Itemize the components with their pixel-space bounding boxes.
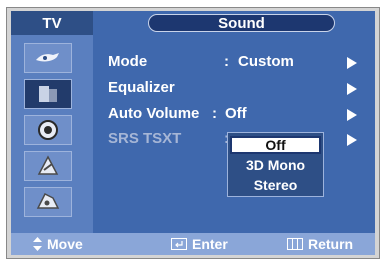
chevron-right-icon (347, 57, 357, 69)
up-down-arrow-icon (33, 237, 42, 251)
channel-icon (38, 120, 58, 140)
tv-tab[interactable]: TV (11, 11, 93, 35)
chevron-right-icon (347, 83, 357, 95)
menu-item-colon: : (224, 53, 229, 70)
dropdown-option-off[interactable]: Off (230, 136, 321, 154)
picture-icon (36, 53, 59, 62)
menu-item-label: Mode (108, 53, 148, 70)
sidebar-item-setup[interactable] (24, 151, 72, 181)
chevron-right-icon (347, 109, 357, 121)
sound-icon (39, 86, 57, 102)
footer-move: Move (33, 233, 83, 255)
footer-enter: Enter (171, 233, 228, 255)
sidebar (11, 35, 93, 233)
menu-item-value: Off (225, 105, 247, 122)
sidebar-item-picture[interactable] (24, 43, 72, 73)
sidebar-item-input[interactable] (24, 187, 72, 217)
dropdown-option-stereo[interactable]: Stereo (230, 176, 321, 194)
menu-item-label: Auto Volume (108, 105, 200, 122)
footer-return-label: Return (308, 236, 354, 252)
footer-bar: Move Enter Return (11, 233, 375, 255)
dropdown-option-3d-mono[interactable]: 3D Mono (230, 156, 321, 174)
input-icon (36, 192, 60, 209)
menu-item-label: SRS TSXT (108, 130, 182, 147)
footer-return: Return (287, 233, 353, 255)
menu-title: Sound (148, 14, 335, 32)
menu-item-value: Custom (238, 53, 294, 70)
sidebar-item-channel[interactable] (24, 115, 72, 145)
menu-item-label: Equalizer (108, 79, 175, 96)
return-icon (287, 238, 303, 250)
enter-icon (171, 238, 187, 250)
osd-panel: TV Sound Mode: Custom Equalizer Auto Vo… (11, 11, 375, 255)
sidebar-item-sound[interactable] (24, 79, 72, 109)
menu-content: Mode : Custom Equalizer Auto Volume : Of… (93, 35, 375, 233)
footer-enter-label: Enter (192, 236, 228, 252)
setup-icon (37, 155, 59, 175)
footer-move-label: Move (47, 236, 83, 252)
chevron-right-icon (347, 134, 357, 146)
srs-tsxt-dropdown: Off 3D Mono Stereo (227, 132, 324, 197)
menu-item-colon: : (212, 105, 217, 122)
tv-osd-window: TV Sound Mode: Custom Equalizer Auto Vo… (6, 7, 380, 259)
osd-header: TV Sound (11, 11, 375, 35)
